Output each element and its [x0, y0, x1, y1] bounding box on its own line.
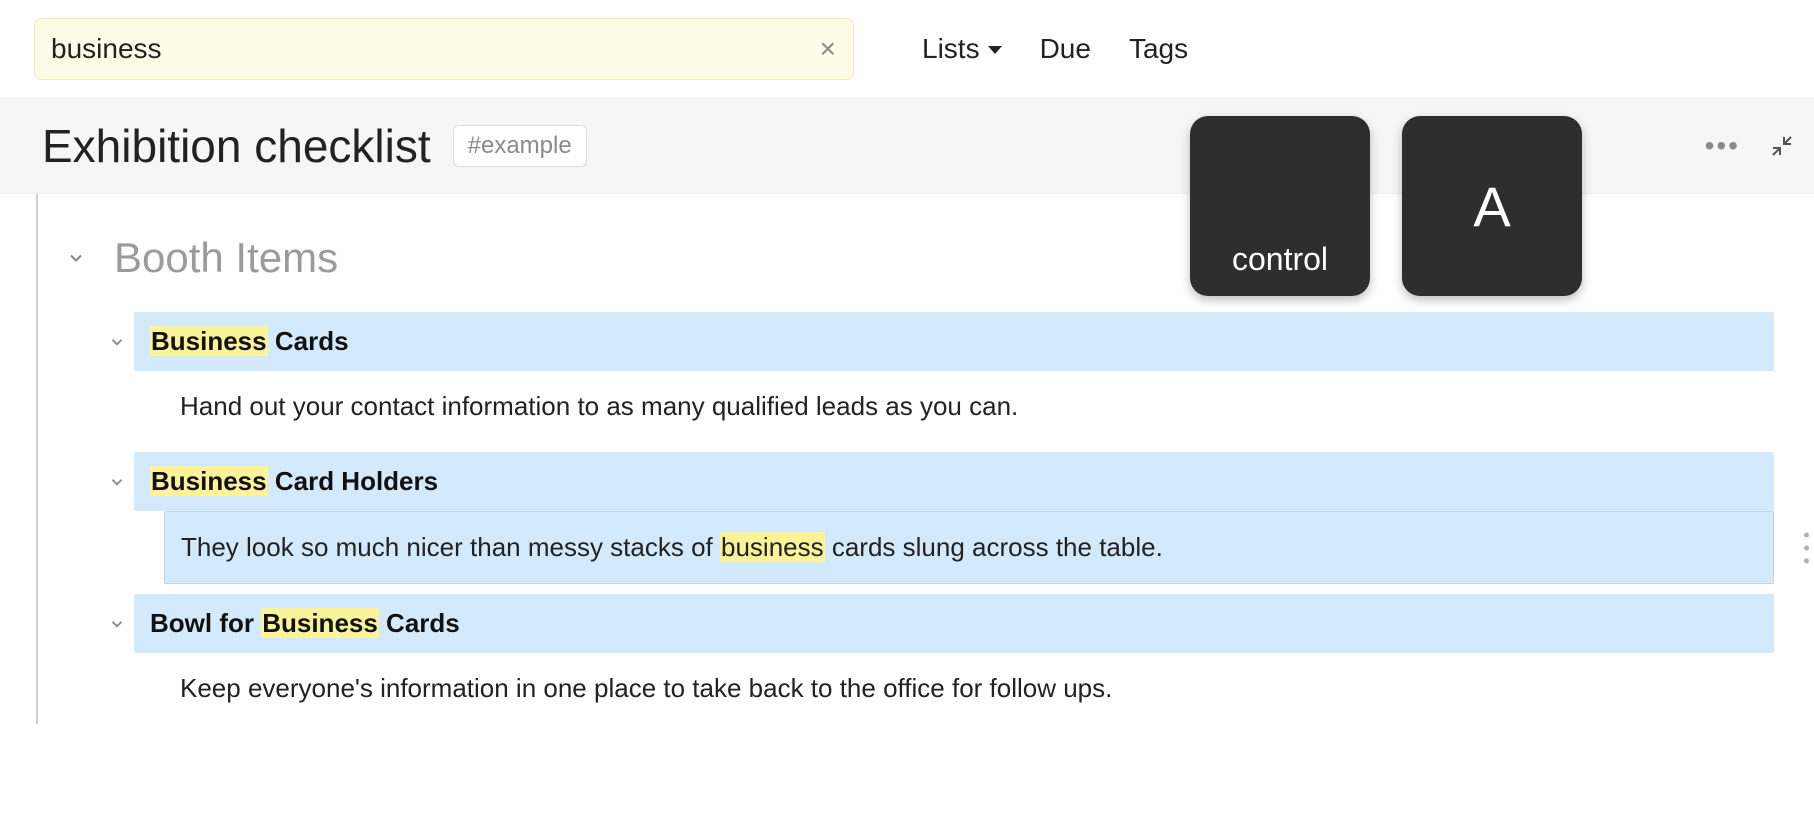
search-highlight: Business [150, 326, 268, 356]
item-list: Business Cards Hand out your contact inf… [100, 312, 1774, 724]
item-toggle[interactable] [100, 333, 134, 351]
item-title: Bowl for Business Cards [134, 594, 1774, 653]
filter-bar: Lists Due Tags [922, 33, 1188, 65]
tag-badge[interactable]: #example [453, 125, 587, 167]
section-title: Booth Items [114, 234, 338, 282]
key-a: A [1402, 116, 1582, 296]
item-note: Keep everyone's information in one place… [164, 653, 1774, 724]
more-menu-icon[interactable]: ••• [1705, 130, 1740, 162]
clear-search-icon[interactable]: × [816, 31, 840, 67]
toolbar: × Lists Due Tags [0, 0, 1814, 98]
search-highlight: Business [150, 466, 268, 496]
filter-lists[interactable]: Lists [922, 33, 1002, 65]
search-highlight: business [720, 532, 825, 562]
gutter-line [36, 194, 38, 724]
item-note: Hand out your contact information to as … [164, 371, 1774, 442]
header-actions: ••• [1705, 130, 1794, 162]
keyboard-hint: control A [1190, 116, 1582, 296]
search-highlight: Business [261, 608, 379, 638]
item-toggle[interactable] [100, 615, 134, 633]
item-title: Business Card Holders [134, 452, 1774, 511]
filter-tags[interactable]: Tags [1129, 33, 1188, 65]
key-a-label: A [1473, 174, 1510, 239]
key-control: control [1190, 116, 1370, 296]
filter-due[interactable]: Due [1040, 33, 1091, 65]
key-control-label: control [1232, 241, 1328, 278]
filter-lists-label: Lists [922, 33, 980, 65]
item-row[interactable]: Business Card Holders [100, 452, 1774, 511]
filter-tags-label: Tags [1129, 33, 1188, 65]
list-item: Business Cards Hand out your contact inf… [100, 312, 1774, 442]
note-more-icon[interactable] [1804, 529, 1809, 566]
item-row[interactable]: Bowl for Business Cards [100, 594, 1774, 653]
list-item: Bowl for Business Cards Keep everyone's … [100, 594, 1774, 724]
search-wrapper: × [34, 18, 854, 80]
list-item: Business Card Holders They look so much … [100, 452, 1774, 584]
search-input[interactable] [34, 18, 854, 80]
item-title: Business Cards [134, 312, 1774, 371]
page-title: Exhibition checklist [42, 119, 431, 173]
item-note[interactable]: They look so much nicer than messy stack… [164, 511, 1774, 584]
collapse-icon[interactable] [1770, 134, 1794, 158]
section-toggle[interactable] [64, 248, 88, 268]
item-toggle[interactable] [100, 473, 134, 491]
section: Booth Items Business Cards Hand out your… [40, 234, 1814, 724]
item-row[interactable]: Business Cards [100, 312, 1774, 371]
filter-due-label: Due [1040, 33, 1091, 65]
caret-down-icon [988, 46, 1002, 54]
